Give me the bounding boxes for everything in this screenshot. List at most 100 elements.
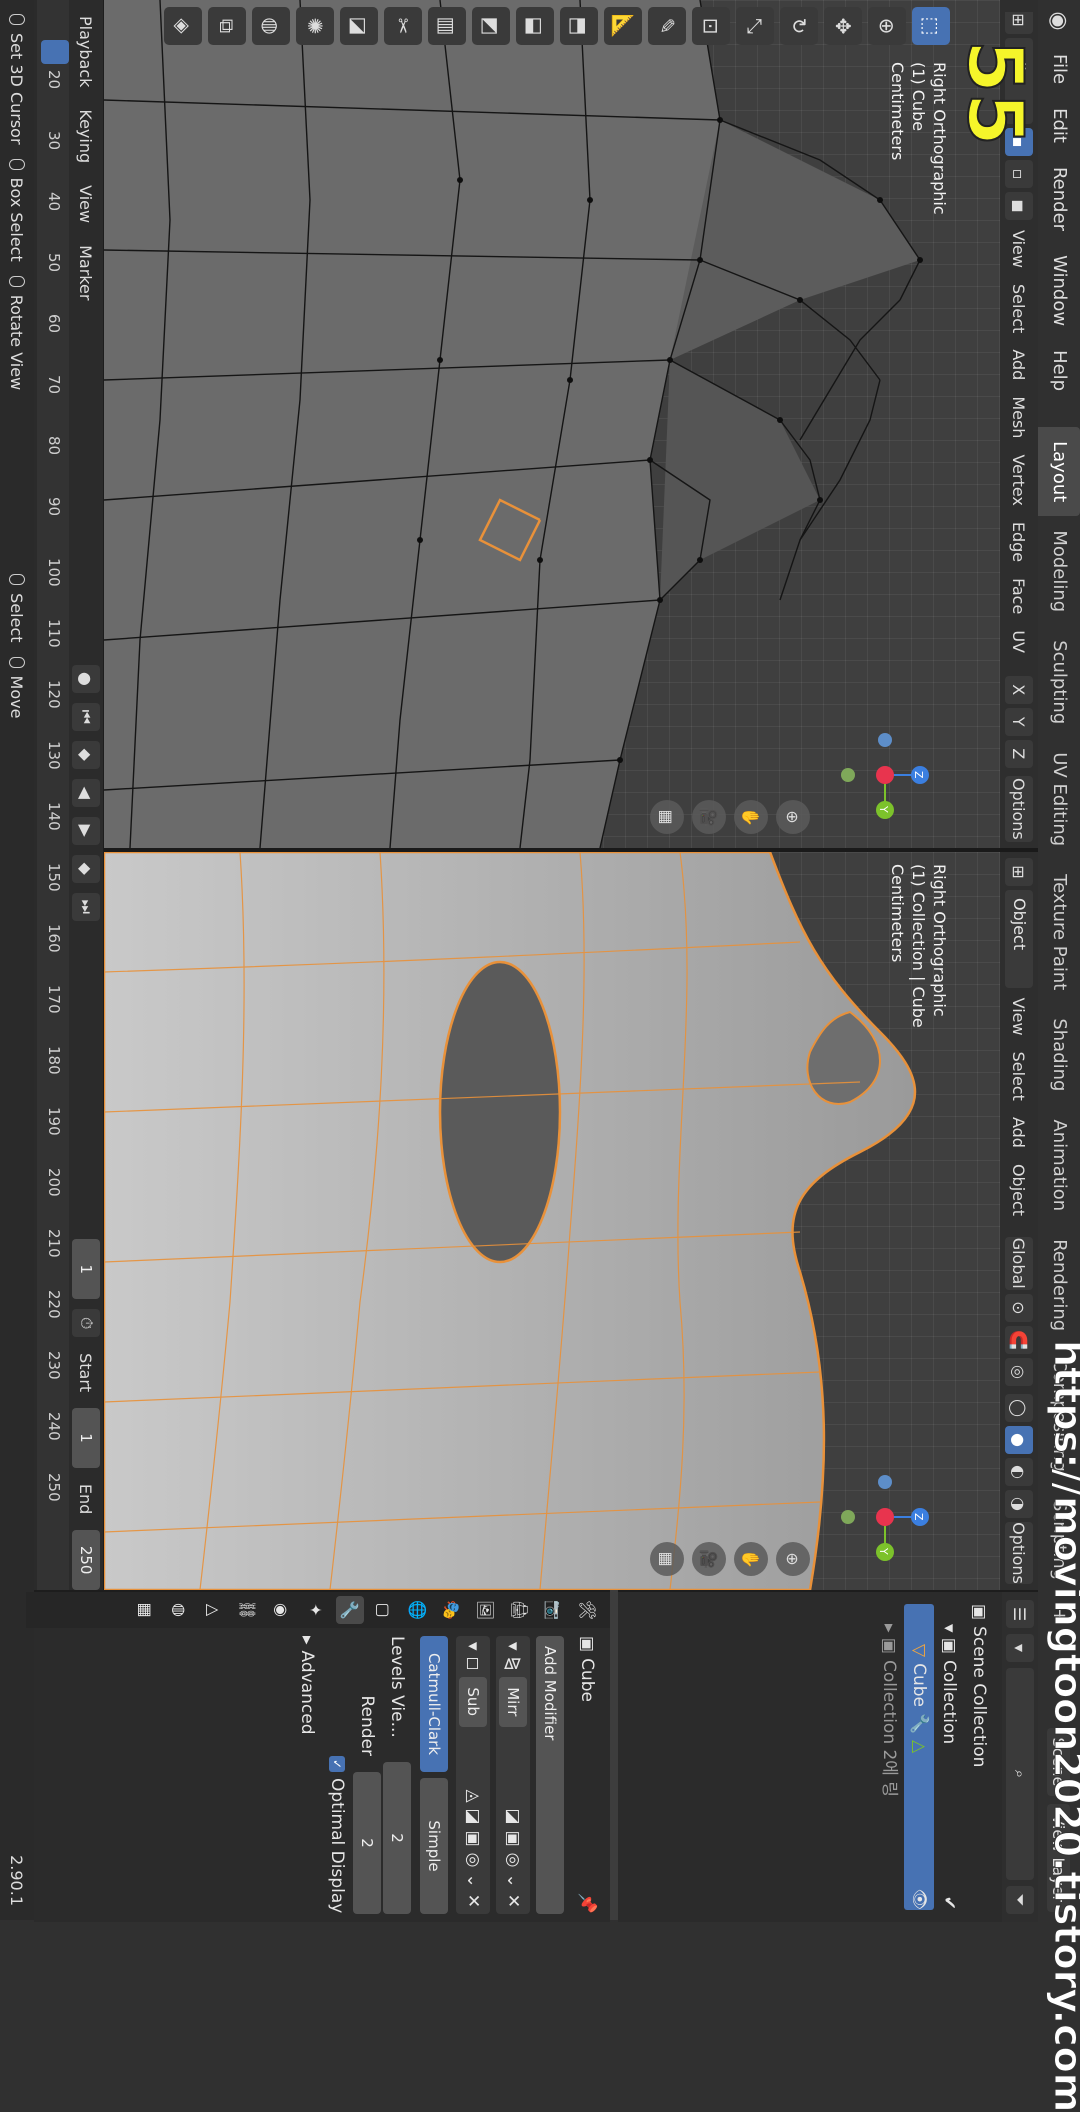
menu-edit[interactable]: Edit bbox=[1038, 96, 1080, 155]
transform-tool-icon[interactable]: ⊡ bbox=[692, 7, 730, 45]
menu-render[interactable]: Render bbox=[1038, 155, 1080, 243]
texture-tab-icon[interactable]: ▦ bbox=[132, 1596, 160, 1624]
tab-modeling[interactable]: Modeling bbox=[1038, 516, 1080, 626]
poly-build-tool-icon[interactable]: ◪ bbox=[340, 7, 378, 45]
tab-shading[interactable]: Shading bbox=[1038, 1004, 1080, 1105]
edge-select-icon[interactable]: ▫ bbox=[1005, 160, 1033, 188]
remove-icon-2[interactable]: ✕ bbox=[463, 1894, 483, 1908]
cube-visibility-icon[interactable]: 👁 bbox=[904, 1888, 934, 1910]
cursor-tool-icon[interactable]: ⊕ bbox=[868, 7, 906, 45]
options-dropdown[interactable]: Options bbox=[1005, 775, 1033, 842]
shrink-tool-icon[interactable]: ◈ bbox=[164, 7, 202, 45]
remove-icon[interactable]: ✕ bbox=[503, 1894, 523, 1908]
menu-uv[interactable]: UV bbox=[1010, 624, 1029, 659]
camera-view-icon-2[interactable]: 🎥 bbox=[692, 1542, 726, 1576]
loop-cut-tool-icon[interactable]: ▥ bbox=[428, 7, 466, 45]
proportional-edit-icon[interactable]: ◎ bbox=[1005, 1358, 1033, 1387]
catmull-clark-button[interactable]: Catmull-Clark bbox=[420, 1636, 448, 1772]
menu-file[interactable]: File bbox=[1038, 42, 1080, 96]
solid-shading-icon[interactable]: ● bbox=[1005, 1426, 1033, 1455]
transform-orientation-dropdown[interactable]: Global bbox=[1005, 1236, 1033, 1290]
render-levels-field[interactable]: 2 bbox=[353, 1772, 381, 1914]
tab-rendering[interactable]: Rendering bbox=[1038, 1225, 1080, 1345]
left-viewport[interactable]: Right Orthographic (1) Cube Centimeters … bbox=[104, 0, 1000, 848]
cage-icon[interactable]: ◬ bbox=[463, 1789, 483, 1802]
render-icon-2[interactable]: ◎ bbox=[463, 1853, 483, 1868]
menu-face[interactable]: Face bbox=[1010, 572, 1029, 620]
timeline-view-menu[interactable]: View bbox=[77, 179, 96, 229]
constraints-tab-icon[interactable]: ⛓ bbox=[234, 1596, 262, 1624]
face-select-icon[interactable]: ◼ bbox=[1005, 192, 1033, 220]
zoom-view-icon-2[interactable]: ⊕ bbox=[776, 1542, 810, 1576]
expand-icon-2[interactable]: ▾ bbox=[463, 1642, 483, 1651]
menu-add[interactable]: Add bbox=[1010, 343, 1029, 386]
outliner-search-input[interactable]: ⌕ bbox=[1006, 1668, 1034, 1880]
smooth-tool-icon[interactable]: ◍ bbox=[252, 7, 290, 45]
left-nav-gizmo[interactable]: Z Y bbox=[830, 720, 940, 830]
add-modifier-button[interactable]: Add Modifier bbox=[536, 1636, 564, 1914]
blender-logo-icon[interactable]: ◉ bbox=[1038, 0, 1080, 42]
ortho-toggle-icon[interactable]: ▦ bbox=[650, 800, 684, 834]
filter-icon[interactable]: ⏷ bbox=[1006, 1886, 1034, 1914]
data-tab-icon[interactable]: △ bbox=[200, 1596, 228, 1624]
modifier-tab-icon[interactable]: 🔧 bbox=[336, 1596, 364, 1624]
tab-uv-editing[interactable]: UV Editing bbox=[1038, 738, 1080, 860]
axis-z-toggle[interactable]: Z bbox=[1005, 739, 1033, 768]
subsurf-modifier-row[interactable]: ▾ ◻ Sub ◬ ◪ ▣ ◎ ⌄ ✕ bbox=[456, 1636, 490, 1914]
material-tab-icon[interactable]: ◍ bbox=[166, 1596, 194, 1624]
jump-end-icon[interactable]: ⏭ bbox=[72, 892, 100, 921]
simple-button[interactable]: Simple bbox=[420, 1778, 448, 1914]
rendered-shading-icon[interactable]: ◑ bbox=[1005, 1490, 1033, 1519]
material-shading-icon[interactable]: ◐ bbox=[1005, 1458, 1033, 1487]
output-tab-icon[interactable]: 🖨 bbox=[506, 1596, 534, 1624]
wireframe-shading-icon[interactable]: ◯ bbox=[1005, 1394, 1033, 1423]
playhead[interactable] bbox=[41, 40, 69, 64]
menu-window[interactable]: Window bbox=[1038, 243, 1080, 338]
playback-menu[interactable]: Playback bbox=[77, 10, 96, 93]
tab-texture-paint[interactable]: Texture Paint bbox=[1038, 860, 1080, 1004]
menu-help[interactable]: Help bbox=[1038, 338, 1080, 403]
object-mode-dropdown[interactable]: Object Mode bbox=[982, 890, 1033, 988]
menu-select-2[interactable]: Select bbox=[1010, 1046, 1029, 1107]
editmode-icon-2[interactable]: ◪ bbox=[463, 1809, 483, 1825]
visibility-icon[interactable]: ✔ bbox=[934, 1896, 964, 1910]
menu-object[interactable]: Object bbox=[1010, 1158, 1029, 1222]
timeline-ruler[interactable]: 20 30 40 50 60 70 80 90 100 110 120 130 140 150 160 170… bbox=[37, 0, 69, 1590]
outliner-scene-collection[interactable]: ▣ Scene Collection bbox=[964, 1604, 994, 1910]
dropdown-icon[interactable]: ⌄ bbox=[503, 1874, 523, 1888]
options-dropdown-2[interactable]: Options bbox=[1005, 1522, 1033, 1585]
render-tab-icon[interactable]: 📷 bbox=[540, 1596, 568, 1624]
jump-start-icon[interactable]: ⏮ bbox=[72, 702, 100, 731]
start-frame-field[interactable]: 1 bbox=[72, 1408, 100, 1468]
right-viewport[interactable]: Right Orthographic (1) Collection | Cube… bbox=[104, 852, 1000, 1590]
move-tool-icon[interactable]: ✥ bbox=[824, 7, 862, 45]
pin-icon[interactable]: 📌 bbox=[577, 1893, 597, 1914]
outliner-collection-2[interactable]: ▸ ▣ Collection 2에 링 bbox=[874, 1604, 904, 1910]
view-layer-tab-icon[interactable]: 🖼 bbox=[472, 1596, 500, 1624]
render-icon[interactable]: ◎ bbox=[503, 1853, 523, 1868]
zoom-view-icon[interactable]: ⊕ bbox=[776, 800, 810, 834]
subsurf-name-field[interactable]: Sub bbox=[459, 1676, 487, 1727]
object-tab-icon[interactable]: ▢ bbox=[370, 1596, 398, 1624]
camera-view-icon[interactable]: 🎥 bbox=[692, 800, 726, 834]
end-frame-field[interactable]: 250 bbox=[72, 1530, 100, 1591]
dropdown-icon-2[interactable]: ⌄ bbox=[463, 1874, 483, 1888]
spin-tool-icon[interactable]: ✺ bbox=[296, 7, 334, 45]
scene-tab-icon[interactable]: 🎭 bbox=[438, 1596, 466, 1624]
bevel-tool-icon[interactable]: ◩ bbox=[472, 7, 510, 45]
prev-key-icon[interactable]: ◆ bbox=[72, 740, 100, 769]
editmode-icon[interactable]: ◪ bbox=[503, 1809, 523, 1825]
tool-tab-icon[interactable]: 🛠 bbox=[574, 1596, 602, 1624]
menu-edge[interactable]: Edge bbox=[1010, 516, 1029, 568]
menu-vertex[interactable]: Vertex bbox=[1010, 448, 1029, 511]
snap-icon[interactable]: 🧲 bbox=[1005, 1325, 1033, 1355]
edge-slide-tool-icon[interactable]: ⧉ bbox=[208, 7, 246, 45]
tab-animation[interactable]: Animation bbox=[1038, 1105, 1080, 1225]
tab-layout[interactable]: Layout bbox=[1038, 427, 1080, 517]
advanced-panel[interactable]: ▸ Advanced bbox=[292, 1636, 322, 1914]
menu-select[interactable]: Select bbox=[1010, 278, 1029, 339]
expand-icon[interactable]: ▾ bbox=[503, 1642, 523, 1651]
tab-sculpting[interactable]: Sculpting bbox=[1038, 626, 1080, 738]
annotate-tool-icon[interactable]: ✎ bbox=[648, 7, 686, 45]
editor-type-button-2[interactable]: ⊞ bbox=[1005, 858, 1033, 886]
